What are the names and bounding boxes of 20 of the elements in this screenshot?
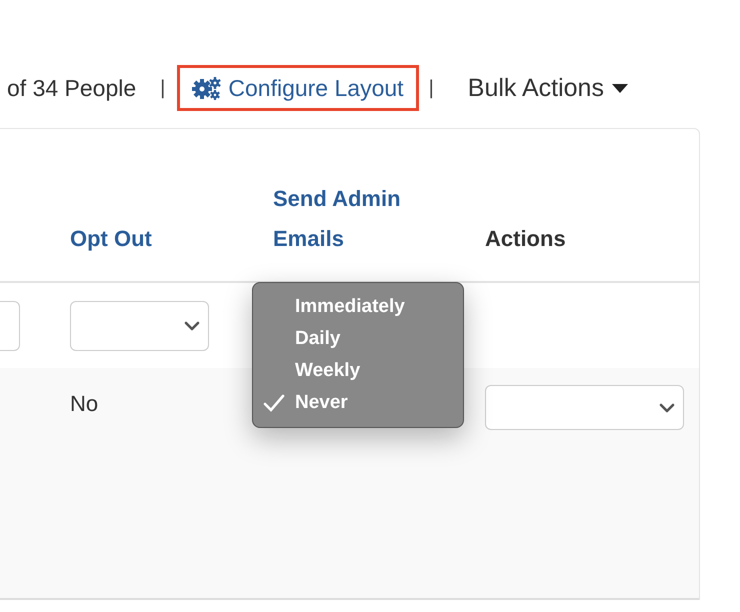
separator: | xyxy=(160,76,166,100)
column-header: Actions xyxy=(485,225,567,253)
menu-item[interactable]: Weekly xyxy=(253,355,463,387)
column-header[interactable]: Opt Out xyxy=(70,219,230,259)
separator: | xyxy=(428,76,434,100)
menu-item[interactable]: Daily xyxy=(253,323,463,355)
bulk-actions-button[interactable]: Bulk Actions xyxy=(468,74,628,102)
table-cell-text: No xyxy=(70,390,100,418)
chevron-down-icon xyxy=(184,320,200,330)
actions-select[interactable] xyxy=(485,385,684,430)
gears-icon xyxy=(192,76,222,100)
caret-down-icon xyxy=(612,84,628,92)
chevron-down-icon xyxy=(659,402,675,412)
column-header[interactable]: Send Admin Emails xyxy=(273,179,433,259)
menu-item[interactable]: Immediately xyxy=(253,291,463,323)
filter-field[interactable] xyxy=(0,300,20,350)
configure-layout-link[interactable]: Configure Layout xyxy=(177,65,419,111)
menu-item[interactable]: Never xyxy=(253,387,463,419)
filter-select[interactable] xyxy=(70,300,209,350)
people-count: of 34 People xyxy=(7,74,136,102)
